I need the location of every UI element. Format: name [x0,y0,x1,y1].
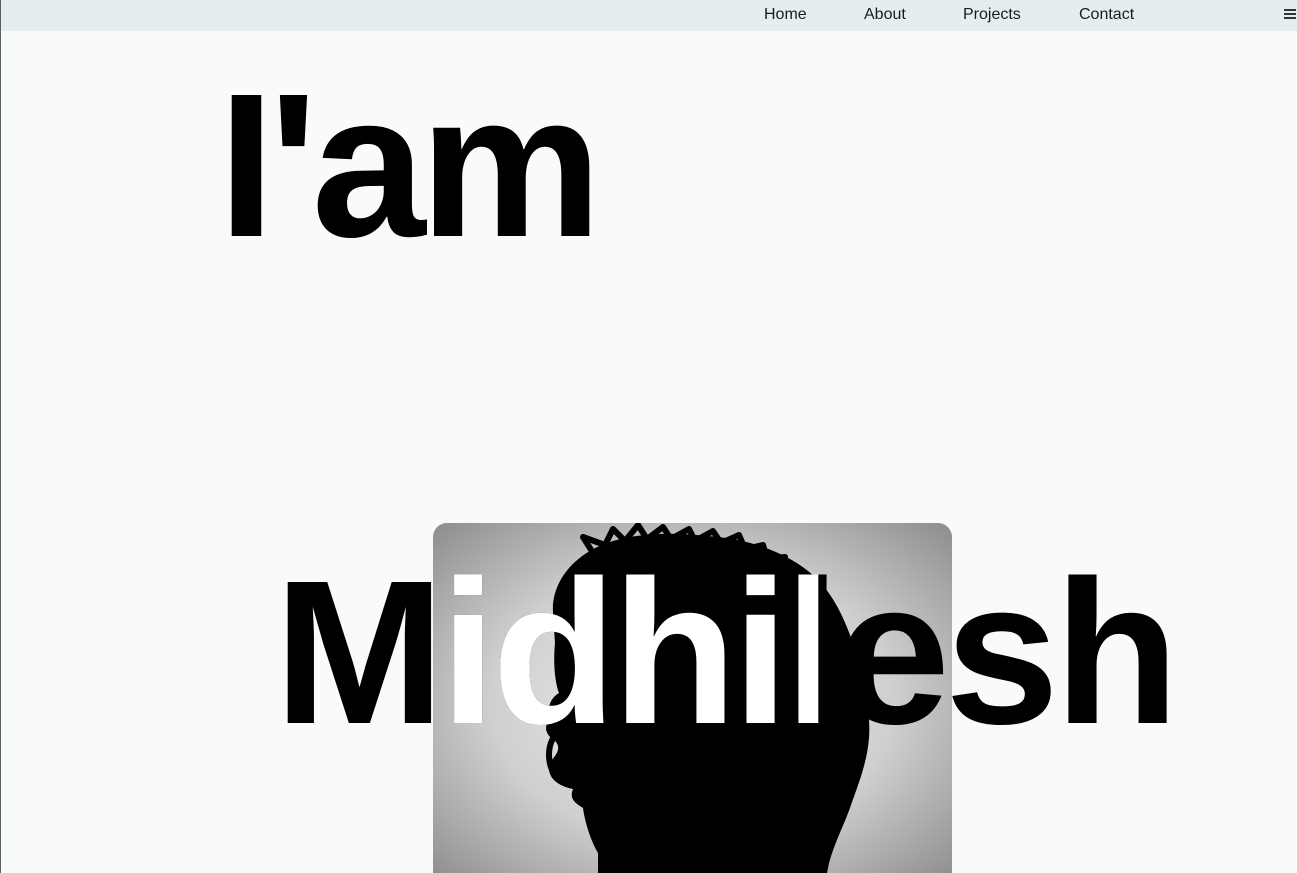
nav-link-contact[interactable]: Contact [1079,6,1134,24]
nav-link-about[interactable]: About [864,6,906,24]
nav-link-projects[interactable]: Projects [963,6,1021,24]
left-edge-divider [0,0,1,873]
nav-link-home[interactable]: Home [764,6,807,24]
hero-name-text: Midhilesh [274,538,1179,767]
hero-intro-text: I'am [218,51,602,280]
page: Home About Projects Contact I'am Midhile… [0,0,1297,873]
hamburger-menu-icon[interactable] [1284,9,1296,20]
top-navbar: Home About Projects Contact [1,0,1297,31]
